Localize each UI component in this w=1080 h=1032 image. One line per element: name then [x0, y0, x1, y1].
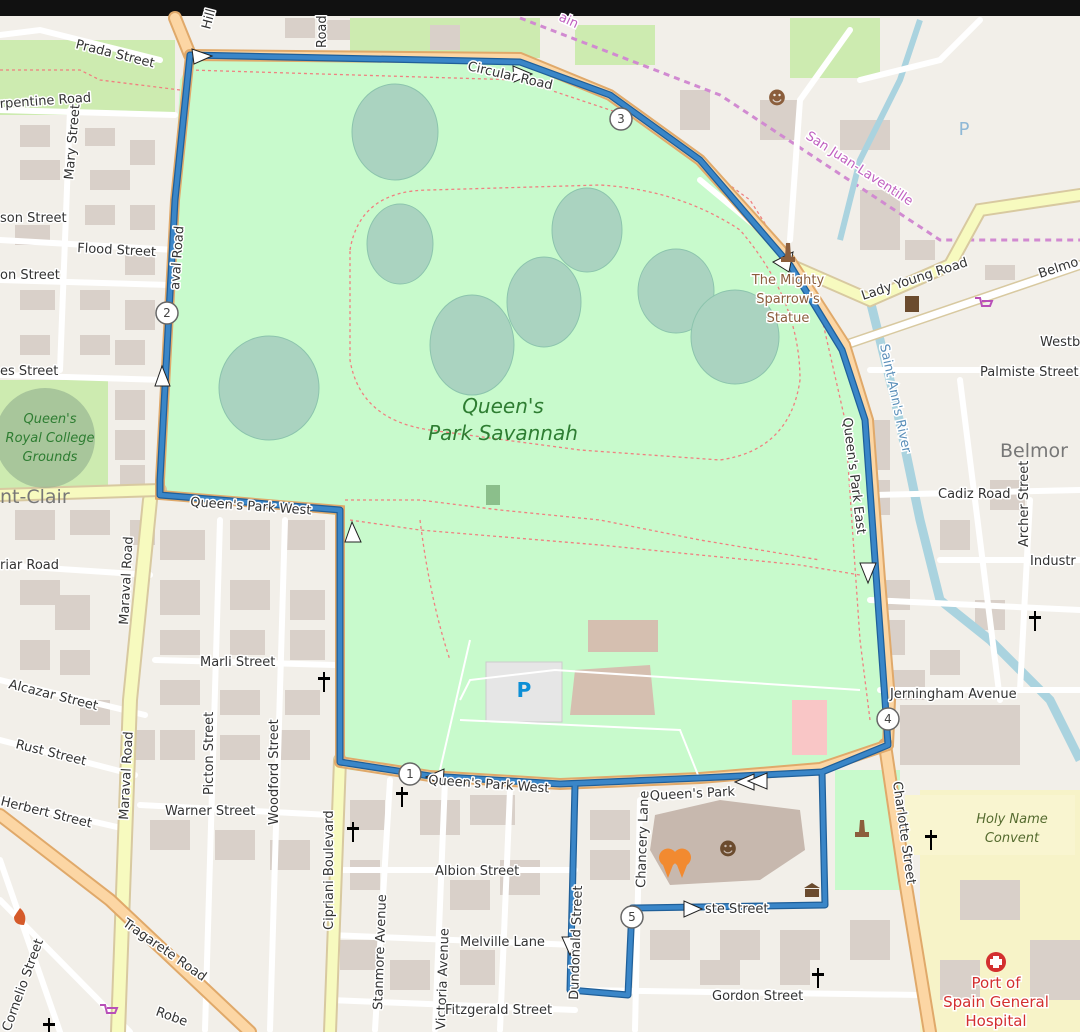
theatre-icon[interactable]: ☻: [768, 88, 787, 109]
street-son: son Street: [0, 211, 67, 226]
parking-icon: P: [959, 119, 970, 140]
street-woodford: Woodford Street: [267, 719, 282, 825]
park-name-line2: Park Savannah: [428, 421, 578, 445]
hospital-label-3: Hospital: [965, 1012, 1026, 1030]
street-archer: Archer Street: [1017, 461, 1032, 547]
street-albion: Albion Street: [435, 864, 519, 879]
top-bar: [0, 0, 1080, 16]
sparrow-statue-label-1: The Mighty: [751, 273, 825, 288]
street-palmiste: Palmiste Street: [980, 365, 1079, 380]
parking-icon: P: [517, 678, 532, 702]
svg-text:2: 2: [163, 306, 171, 320]
street-ste: ste Street: [705, 902, 769, 917]
map-canvas[interactable]: P 1 2 3 4 5 ☻ ☻ P Queen's Park Savannah …: [0, 0, 1080, 1032]
waypoint-3[interactable]: 3: [609, 107, 633, 131]
street-road-top: Road: [315, 15, 330, 48]
royal-college-label-3: Grounds: [23, 450, 78, 465]
street-on: on Street: [0, 268, 60, 283]
svg-text:☻: ☻: [719, 839, 738, 860]
police-icon[interactable]: [905, 296, 919, 312]
sparrow-statue-label-3: Statue: [767, 311, 810, 326]
royal-college-label-2: Royal College: [6, 431, 95, 446]
street-marli: Marli Street: [200, 655, 275, 670]
street-melville: Melville Lane: [460, 935, 545, 950]
hospital-label-1: Port of: [972, 974, 1022, 992]
street-es: es Street: [0, 364, 58, 379]
street-friar: riar Road: [0, 558, 59, 573]
theatre-icon[interactable]: ☻: [719, 839, 738, 860]
convent-label-2: Convent: [985, 831, 1040, 846]
street-warner: Warner Street: [165, 804, 255, 819]
hospital-label-2: Spain General: [943, 993, 1049, 1011]
waypoint-4[interactable]: 4: [876, 707, 900, 731]
svg-text:☻: ☻: [768, 88, 787, 109]
street-picton: Picton Street: [202, 712, 217, 795]
svg-text:4: 4: [884, 712, 892, 726]
street-gordon: Gordon Street: [712, 989, 803, 1004]
sparrow-statue-label-2: Sparrow's: [756, 292, 820, 307]
svg-text:3: 3: [617, 112, 625, 126]
waypoint-2[interactable]: 2: [155, 301, 179, 325]
royal-college-label-1: Queen's: [23, 412, 76, 427]
area-st-clair: nt-Clair: [0, 486, 70, 508]
street-industr: Industr: [1030, 554, 1076, 569]
svg-text:1: 1: [406, 767, 414, 781]
street-fitzgerald: Fitzgerald Street: [445, 1003, 552, 1018]
street-cipriani: Cipriani Boulevard: [322, 810, 337, 930]
street-jerningham: Jerningham Avenue: [889, 687, 1017, 702]
green-area-top2: [575, 25, 655, 65]
svg-text:5: 5: [628, 910, 636, 924]
park-name-line1: Queen's: [462, 394, 544, 418]
street-cadiz: Cadiz Road: [938, 487, 1010, 502]
waypoint-5[interactable]: 5: [620, 905, 644, 929]
street-westb: Westb: [1040, 335, 1080, 350]
small-feature: [486, 485, 500, 505]
convent-label-1: Holy Name: [976, 812, 1048, 827]
stand-north: [588, 620, 658, 652]
pink-building: [792, 700, 827, 755]
waypoint-1[interactable]: 1: [398, 762, 422, 786]
hospital-icon[interactable]: [986, 952, 1006, 972]
area-belmont: Belmor: [1000, 440, 1068, 462]
